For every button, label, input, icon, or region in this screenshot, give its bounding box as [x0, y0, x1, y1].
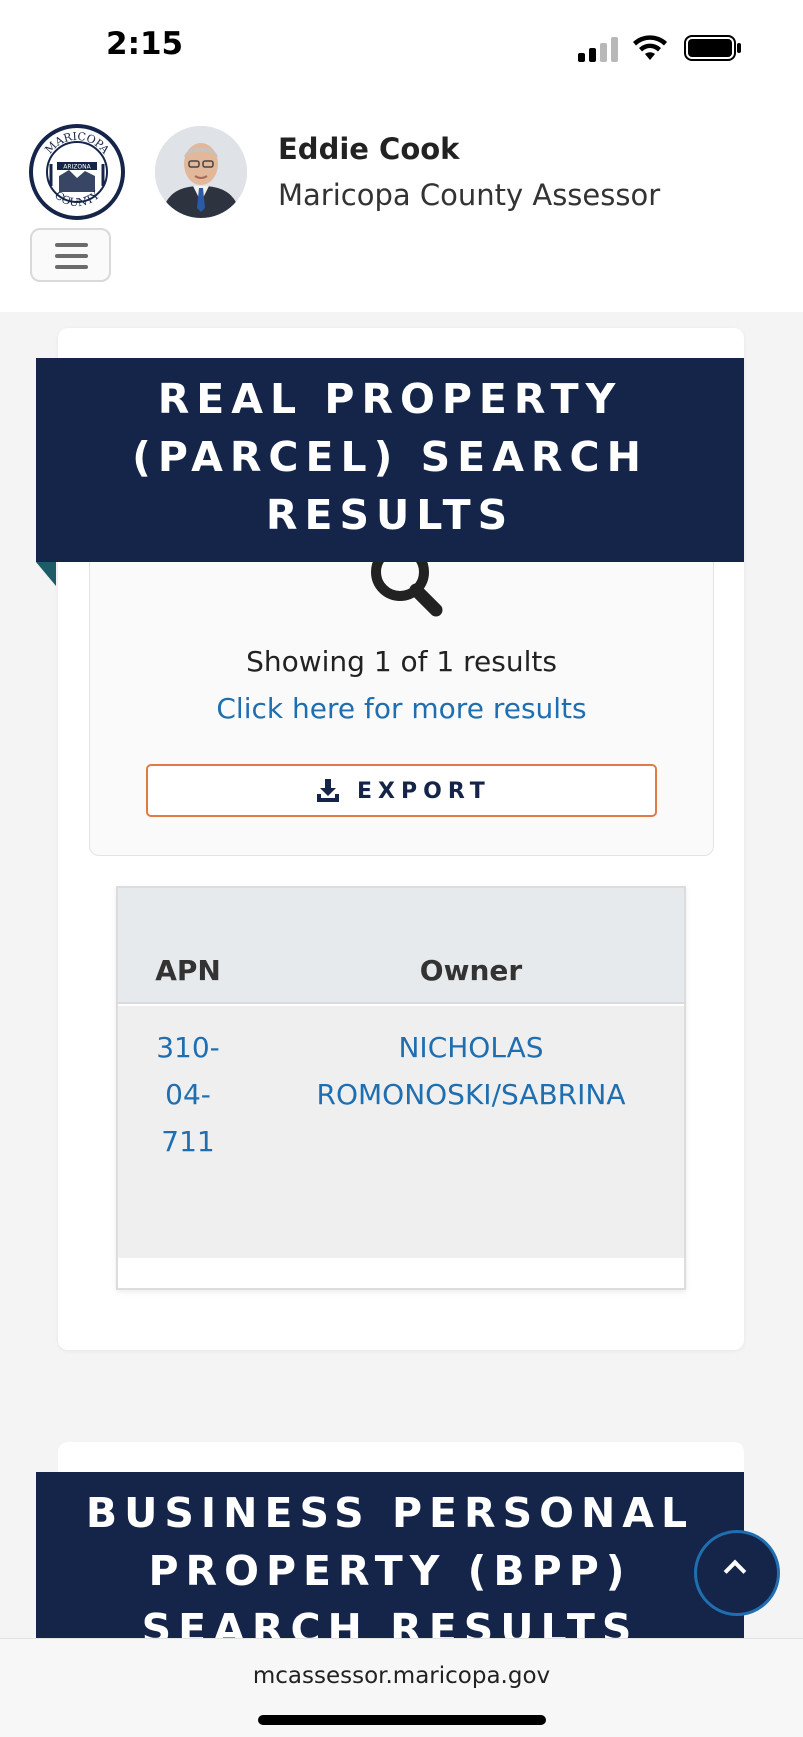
real-property-heading: REAL PROPERTY (PARCEL) SEARCH RESULTS — [36, 358, 744, 562]
maricopa-county-seal-logo[interactable]: MARICOPA COUNTY ARIZONA — [29, 124, 125, 220]
cellular-signal-icon — [578, 36, 620, 62]
heading-line: PROPERTY (BPP) — [148, 1547, 632, 1595]
download-icon — [317, 779, 339, 802]
apn-line: 711 — [161, 1125, 215, 1158]
apn-line: 04- — [165, 1078, 211, 1111]
ribbon-fold — [36, 562, 56, 586]
column-header-apn[interactable]: APN — [118, 954, 258, 987]
heading-line: RESULTS — [265, 491, 515, 539]
assessor-name: Eddie Cook — [278, 132, 460, 166]
battery-icon — [684, 35, 741, 61]
hamburger-menu-button[interactable] — [30, 228, 111, 282]
results-count-text: Showing 1 of 1 results — [246, 645, 557, 678]
url-text: mcassessor.maricopa.gov — [252, 1663, 551, 1689]
export-button[interactable]: EXPORT — [146, 764, 657, 817]
wifi-icon — [633, 35, 667, 60]
heading-line: (PARCEL) SEARCH — [132, 433, 648, 481]
search-icon — [371, 556, 443, 617]
more-results-link[interactable]: Click here for more results — [89, 692, 714, 725]
chevron-up-icon — [723, 1559, 747, 1583]
heading-line: BUSINESS PERSONAL — [85, 1489, 695, 1537]
assessor-avatar — [155, 126, 247, 218]
table-header: APN Owner — [118, 888, 684, 1004]
parcel-results-table: APN Owner 310- 04- 711 NICHOLAS ROMONOSK… — [116, 886, 686, 1290]
status-time: 2:15 — [106, 26, 184, 62]
column-header-owner[interactable]: Owner — [258, 954, 684, 987]
apn-link[interactable]: 310- 04- 711 — [138, 1024, 238, 1165]
owner-line: NICHOLAS — [398, 1031, 544, 1064]
export-label: EXPORT — [357, 779, 491, 804]
owner-link[interactable]: NICHOLAS ROMONOSKI/SABRINA — [258, 1024, 684, 1118]
svg-text:ARIZONA: ARIZONA — [63, 164, 91, 171]
heading-line: REAL PROPERTY — [157, 375, 623, 423]
assessor-title: Maricopa County Assessor — [278, 178, 661, 212]
owner-line: ROMONOSKI/SABRINA — [316, 1078, 626, 1111]
apn-line: 310- — [156, 1031, 220, 1064]
home-indicator[interactable] — [258, 1715, 546, 1725]
browser-address-bar[interactable]: mcassessor.maricopa.gov — [0, 1638, 803, 1737]
table-row: 310- 04- 711 NICHOLAS ROMONOSKI/SABRINA — [118, 1006, 684, 1258]
scroll-to-top-button[interactable] — [694, 1530, 780, 1616]
